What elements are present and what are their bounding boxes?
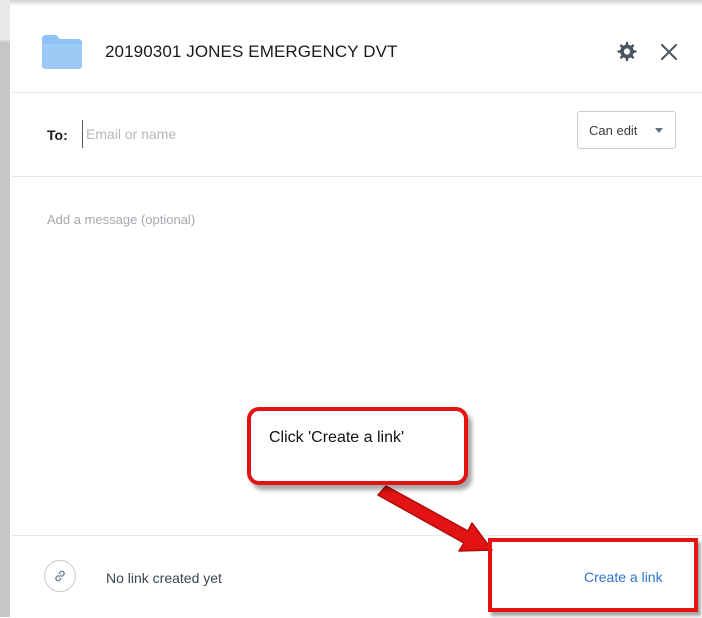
folder-icon bbox=[42, 35, 82, 69]
to-label: To: bbox=[47, 127, 68, 143]
share-dialog: 20190301 JONES EMERGENCY DVT To: Can edi… bbox=[12, 6, 702, 617]
tutorial-callout: Click 'Create a link' bbox=[247, 407, 468, 485]
frame-top-segment bbox=[0, 0, 10, 40]
chevron-down-icon bbox=[655, 128, 663, 133]
callout-text: Click 'Create a link' bbox=[269, 429, 405, 446]
recipients-row: To: Can edit bbox=[12, 92, 702, 177]
permission-dropdown[interactable]: Can edit bbox=[577, 111, 676, 149]
dialog-header: 20190301 JONES EMERGENCY DVT bbox=[12, 6, 702, 93]
email-or-name-input[interactable] bbox=[82, 120, 566, 148]
link-icon-badge bbox=[44, 560, 76, 592]
create-link-highlight bbox=[488, 538, 698, 612]
gear-icon[interactable] bbox=[616, 41, 638, 63]
link-icon bbox=[55, 570, 65, 582]
link-status-text: No link created yet bbox=[106, 570, 222, 586]
permission-value: Can edit bbox=[589, 123, 638, 138]
message-field[interactable]: Add a message (optional) bbox=[47, 212, 195, 227]
window-frame-left bbox=[0, 0, 10, 617]
close-icon[interactable] bbox=[660, 43, 678, 61]
dialog-title: 20190301 JONES EMERGENCY DVT bbox=[105, 42, 398, 61]
frame-divider bbox=[0, 40, 10, 42]
